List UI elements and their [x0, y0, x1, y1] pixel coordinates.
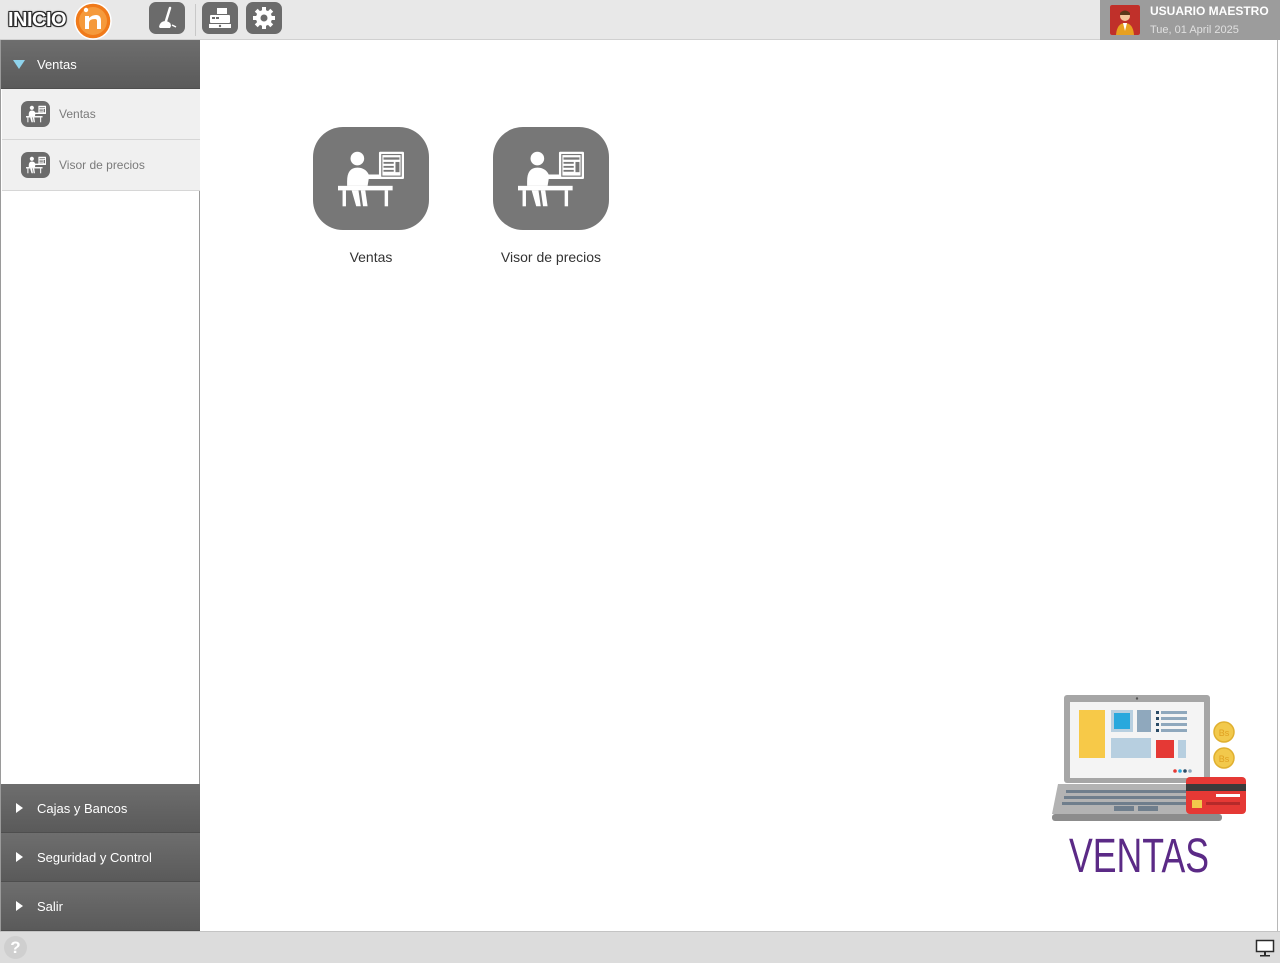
cash-register-icon [209, 8, 231, 28]
settings-button[interactable] [246, 2, 282, 34]
cashier-desk-icon[interactable] [313, 127, 429, 230]
tile-visor-de-precios[interactable]: Visor de precios [471, 127, 631, 265]
broom-button[interactable] [149, 2, 185, 34]
cash-register-button[interactable] [202, 2, 238, 34]
sidebar-group-label: Ventas [37, 56, 77, 72]
coin-text: Bs [1219, 728, 1230, 738]
brand-title: INICIO [8, 8, 67, 31]
cashier-desk-icon[interactable] [493, 127, 609, 230]
cashier-desk-icon [21, 152, 50, 178]
sidebar-item-label: Visor de precios [59, 158, 145, 172]
promo-title: VENTAS [1069, 830, 1209, 882]
sidebar-item-label: Ventas [59, 107, 96, 121]
sidebar-group-label: Seguridad y Control [37, 849, 152, 865]
sidebar: Ventas Ventas Visor de precios Cajas y B… [0, 40, 201, 931]
ventas-illustration: Bs Bs VENTAS [1052, 695, 1246, 882]
cashier-desk-icon [21, 101, 50, 127]
sidebar-group-label: Cajas y Bancos [37, 800, 128, 816]
collapse-arrow-icon [15, 852, 23, 862]
tile-ventas[interactable]: Ventas [291, 127, 451, 265]
brand[interactable]: INICIO [8, 0, 67, 40]
sidebar-item-visor-de-precios[interactable]: Visor de precios [2, 140, 200, 191]
sidebar-item-ventas[interactable]: Ventas [2, 89, 200, 140]
top-bar: INICIO USUARIO MAESTRO Tue, 01 April 202… [0, 0, 1280, 40]
toolbar-divider [195, 4, 196, 36]
sidebar-group-cajas-y-bancos[interactable]: Cajas y Bancos [1, 784, 201, 833]
sidebar-group-seguridad-y-control[interactable]: Seguridad y Control [1, 833, 201, 882]
monitor-icon[interactable] [1255, 938, 1275, 958]
tile-label: Ventas [349, 249, 393, 265]
main-content: Ventas Visor de precios Bs Bs VENTAS [200, 40, 1278, 931]
sidebar-group-ventas[interactable]: Ventas [1, 40, 201, 89]
user-panel[interactable]: USUARIO MAESTRO Tue, 01 April 2025 [1100, 0, 1280, 40]
sidebar-group-label: Salir [37, 898, 64, 914]
help-icon[interactable]: ? [4, 936, 27, 959]
gear-icon [253, 7, 275, 29]
tile-label: Visor de precios [500, 249, 602, 265]
user-name: USUARIO MAESTRO [1150, 4, 1269, 18]
expand-arrow-icon [13, 59, 25, 69]
status-bar: ? [0, 931, 1280, 963]
user-avatar-icon [1110, 5, 1140, 35]
coin-text: Bs [1219, 754, 1230, 764]
current-date: Tue, 01 April 2025 [1150, 24, 1239, 36]
user-avatar [1110, 5, 1140, 35]
broom-icon [159, 6, 177, 28]
collapse-arrow-icon [15, 901, 23, 911]
app-logo-icon[interactable] [72, 0, 112, 40]
collapse-arrow-icon [15, 803, 23, 813]
sidebar-group-salir[interactable]: Salir [1, 882, 201, 931]
